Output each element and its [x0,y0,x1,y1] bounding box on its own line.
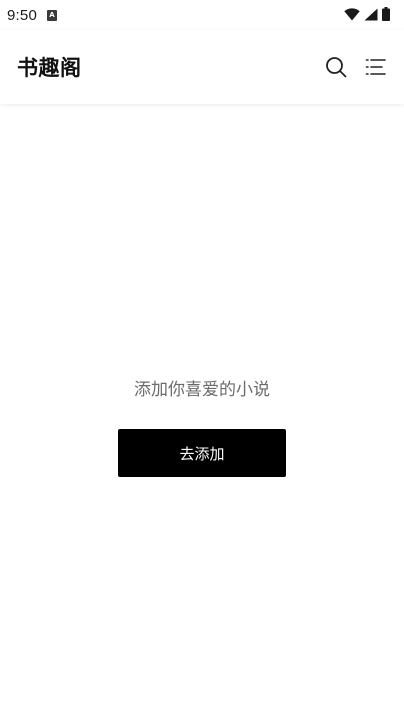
add-novel-button[interactable]: 去添加 [118,429,286,477]
status-left: 9:50 A [7,7,57,24]
app-actions [324,55,388,79]
search-button[interactable] [324,55,348,79]
a-badge-icon: A [47,9,57,21]
status-time: 9:50 [7,6,37,24]
menu-button[interactable] [364,55,388,79]
search-icon [326,57,347,78]
status-bar: 9:50 A [0,0,404,30]
empty-message: 添加你喜爱的小说 [134,380,270,400]
signal-icon [364,6,378,25]
app-title: 书趣阁 [17,56,82,80]
wifi-icon [344,6,360,25]
app-bar: 书趣阁 [0,30,404,104]
empty-state: 添加你喜爱的小说 去添加 [0,372,404,477]
menu-icon [365,59,386,75]
battery-icon [382,6,390,25]
status-right [344,6,390,25]
